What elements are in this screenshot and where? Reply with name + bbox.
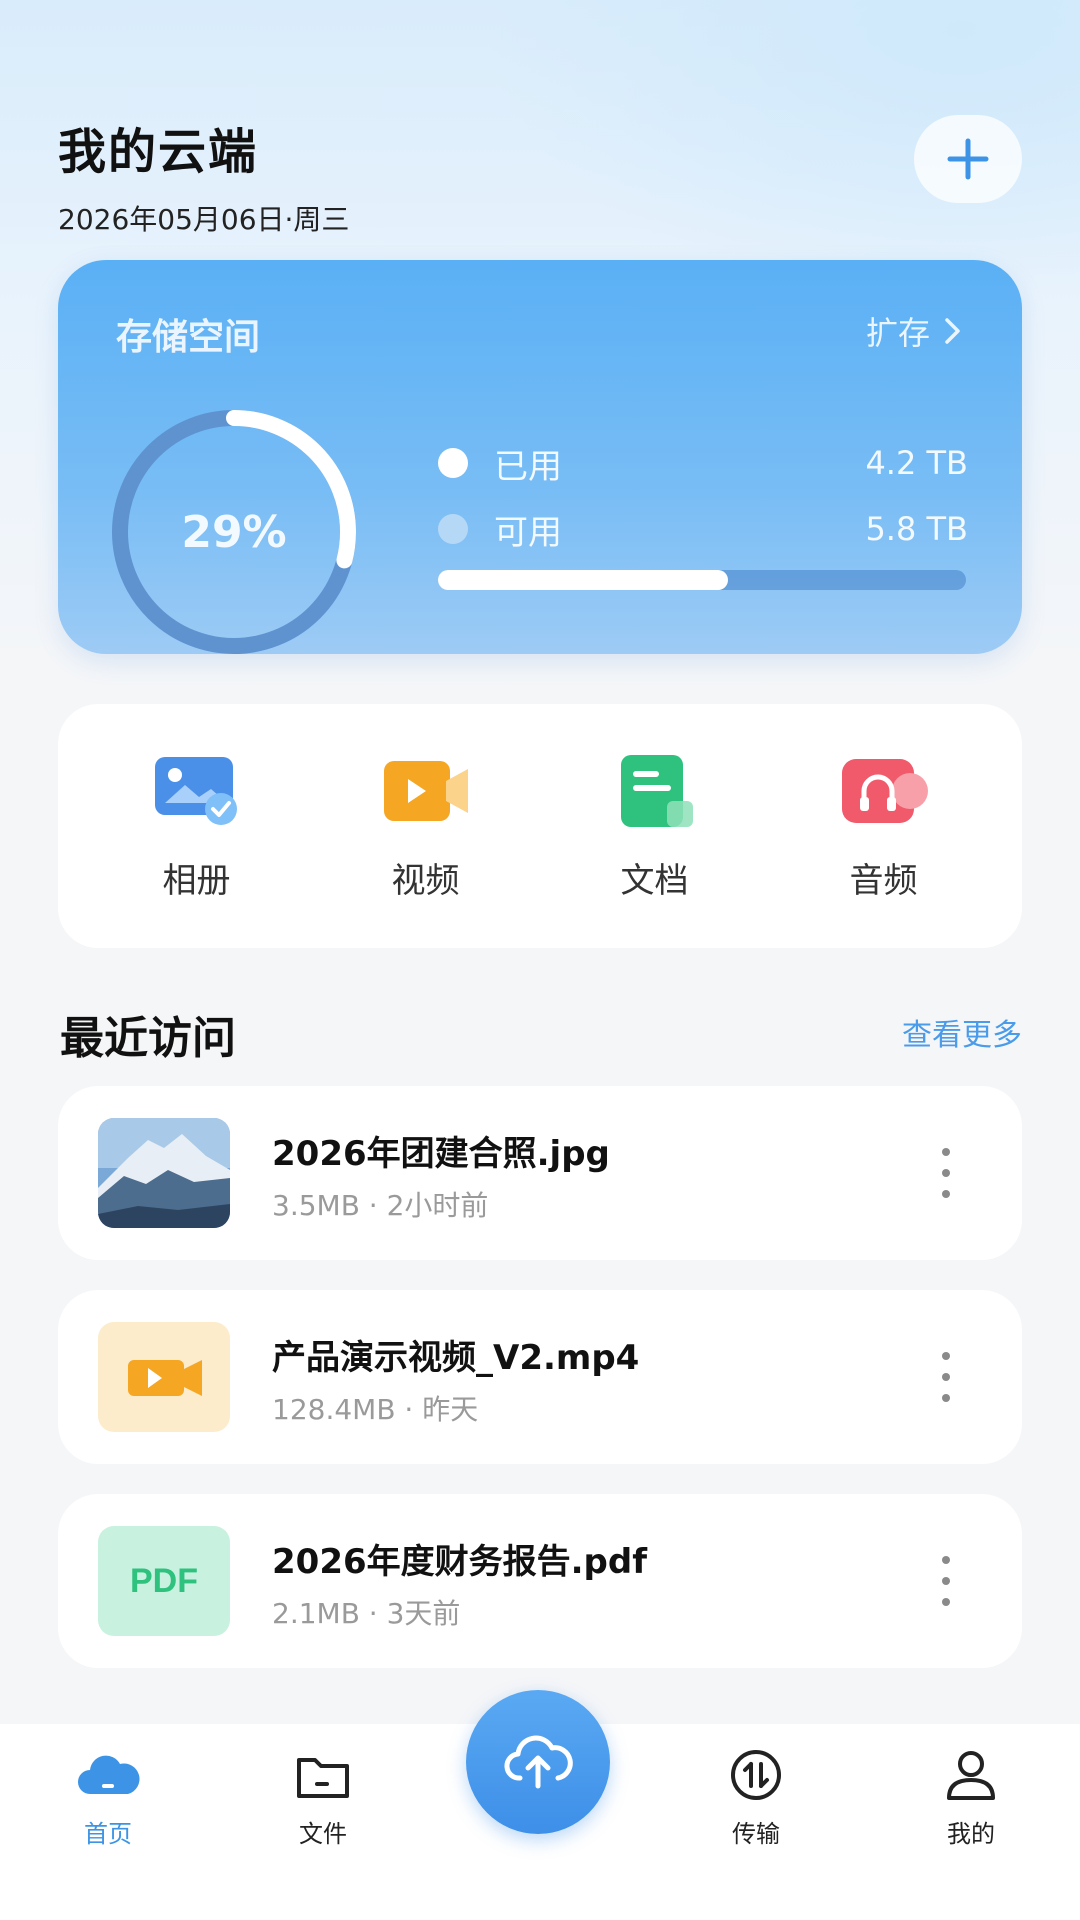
expand-label: 扩存 [865,314,930,352]
file-name: 2026年度财务报告.pdf [272,1542,648,1582]
folder-icon [297,1758,349,1798]
expand-storage-link[interactable]: 扩存 [866,308,962,354]
date-label: 2026年05月06日·周三 [58,203,350,236]
storage-legend: 已用 4.2 TB 可用 5.8 TB [438,430,968,562]
page-title: 我的云端 [58,124,259,180]
tab-profile[interactable]: 我的 [901,1746,1041,1849]
audio-icon [841,758,928,823]
available-label: 可用 [494,512,562,553]
category-label: 视频 [391,860,460,901]
video-icon [383,760,468,821]
file-meta: 3.5MB · 2小时前 [272,1189,489,1222]
header: 我的云端 2026年05月06日·周三 [58,112,349,238]
category-label: 音频 [849,860,918,901]
storage-title: 存储空间 [116,317,261,358]
more-options-icon[interactable] [934,1148,958,1198]
see-more-link[interactable]: 查看更多 [902,1010,1022,1054]
file-name: 2026年团建合照.jpg [272,1134,610,1174]
available-dot [438,514,468,544]
home-cloud-icon [78,1755,140,1794]
chevron-right-icon [945,318,960,344]
available-value: 5.8 TB [865,510,968,548]
album-icon [154,756,237,825]
storage-percent: 29% [181,506,287,558]
transfer-icon [731,1750,781,1800]
category-document[interactable]: 文档 [555,751,755,902]
tab-label: 首页 [84,1820,132,1848]
tab-home[interactable]: 首页 [38,1746,178,1849]
user-icon [947,1751,995,1800]
file-row[interactable]: 2026年团建合照.jpg 3.5MB · 2小时前 [58,1086,1022,1260]
tab-files[interactable]: 文件 [253,1746,393,1849]
legend-available: 可用 5.8 TB [438,496,968,562]
category-audio[interactable]: 音频 [784,751,984,902]
used-dot [438,448,468,478]
category-label: 文档 [620,860,689,901]
add-button[interactable] [914,115,1022,203]
tab-transfer[interactable]: 传输 [686,1746,826,1849]
tab-label: 传输 [732,1820,780,1848]
cloud-upload-icon [504,1735,573,1789]
category-video[interactable]: 视频 [326,751,526,902]
used-label: 已用 [494,446,562,487]
category-album[interactable]: 相册 [97,751,297,902]
storage-card: 存储空间 扩存 29% 已用 4.2 TB 可用 5.8 TB [58,260,1022,654]
pdf-file-icon: PDF [98,1526,230,1636]
tab-label: 我的 [947,1820,995,1848]
recent-section-title: 最近访问 [60,1013,236,1064]
more-options-icon[interactable] [934,1556,958,1606]
legend-used: 已用 4.2 TB [438,430,968,496]
image-thumbnail [98,1118,230,1228]
used-value: 4.2 TB [865,444,968,482]
file-meta: 128.4MB · 昨天 [272,1393,479,1426]
file-name: 产品演示视频_V2.mp4 [272,1338,640,1378]
upload-button[interactable] [466,1690,610,1834]
storage-progress-fill [438,570,729,590]
category-card: 相册 视频 文档 音频 [58,704,1022,948]
more-options-icon[interactable] [934,1352,958,1402]
storage-progress-bar [438,570,966,590]
pdf-badge: PDF [130,1561,198,1600]
document-icon [620,754,693,827]
tab-label: 文件 [299,1820,347,1848]
plus-icon [947,138,989,180]
file-meta: 2.1MB · 3天前 [272,1597,461,1630]
file-row[interactable]: PDF 2026年度财务报告.pdf 2.1MB · 3天前 [58,1494,1022,1668]
video-file-icon [98,1322,230,1432]
category-label: 相册 [162,860,231,901]
file-row[interactable]: 产品演示视频_V2.mp4 128.4MB · 昨天 [58,1290,1022,1464]
